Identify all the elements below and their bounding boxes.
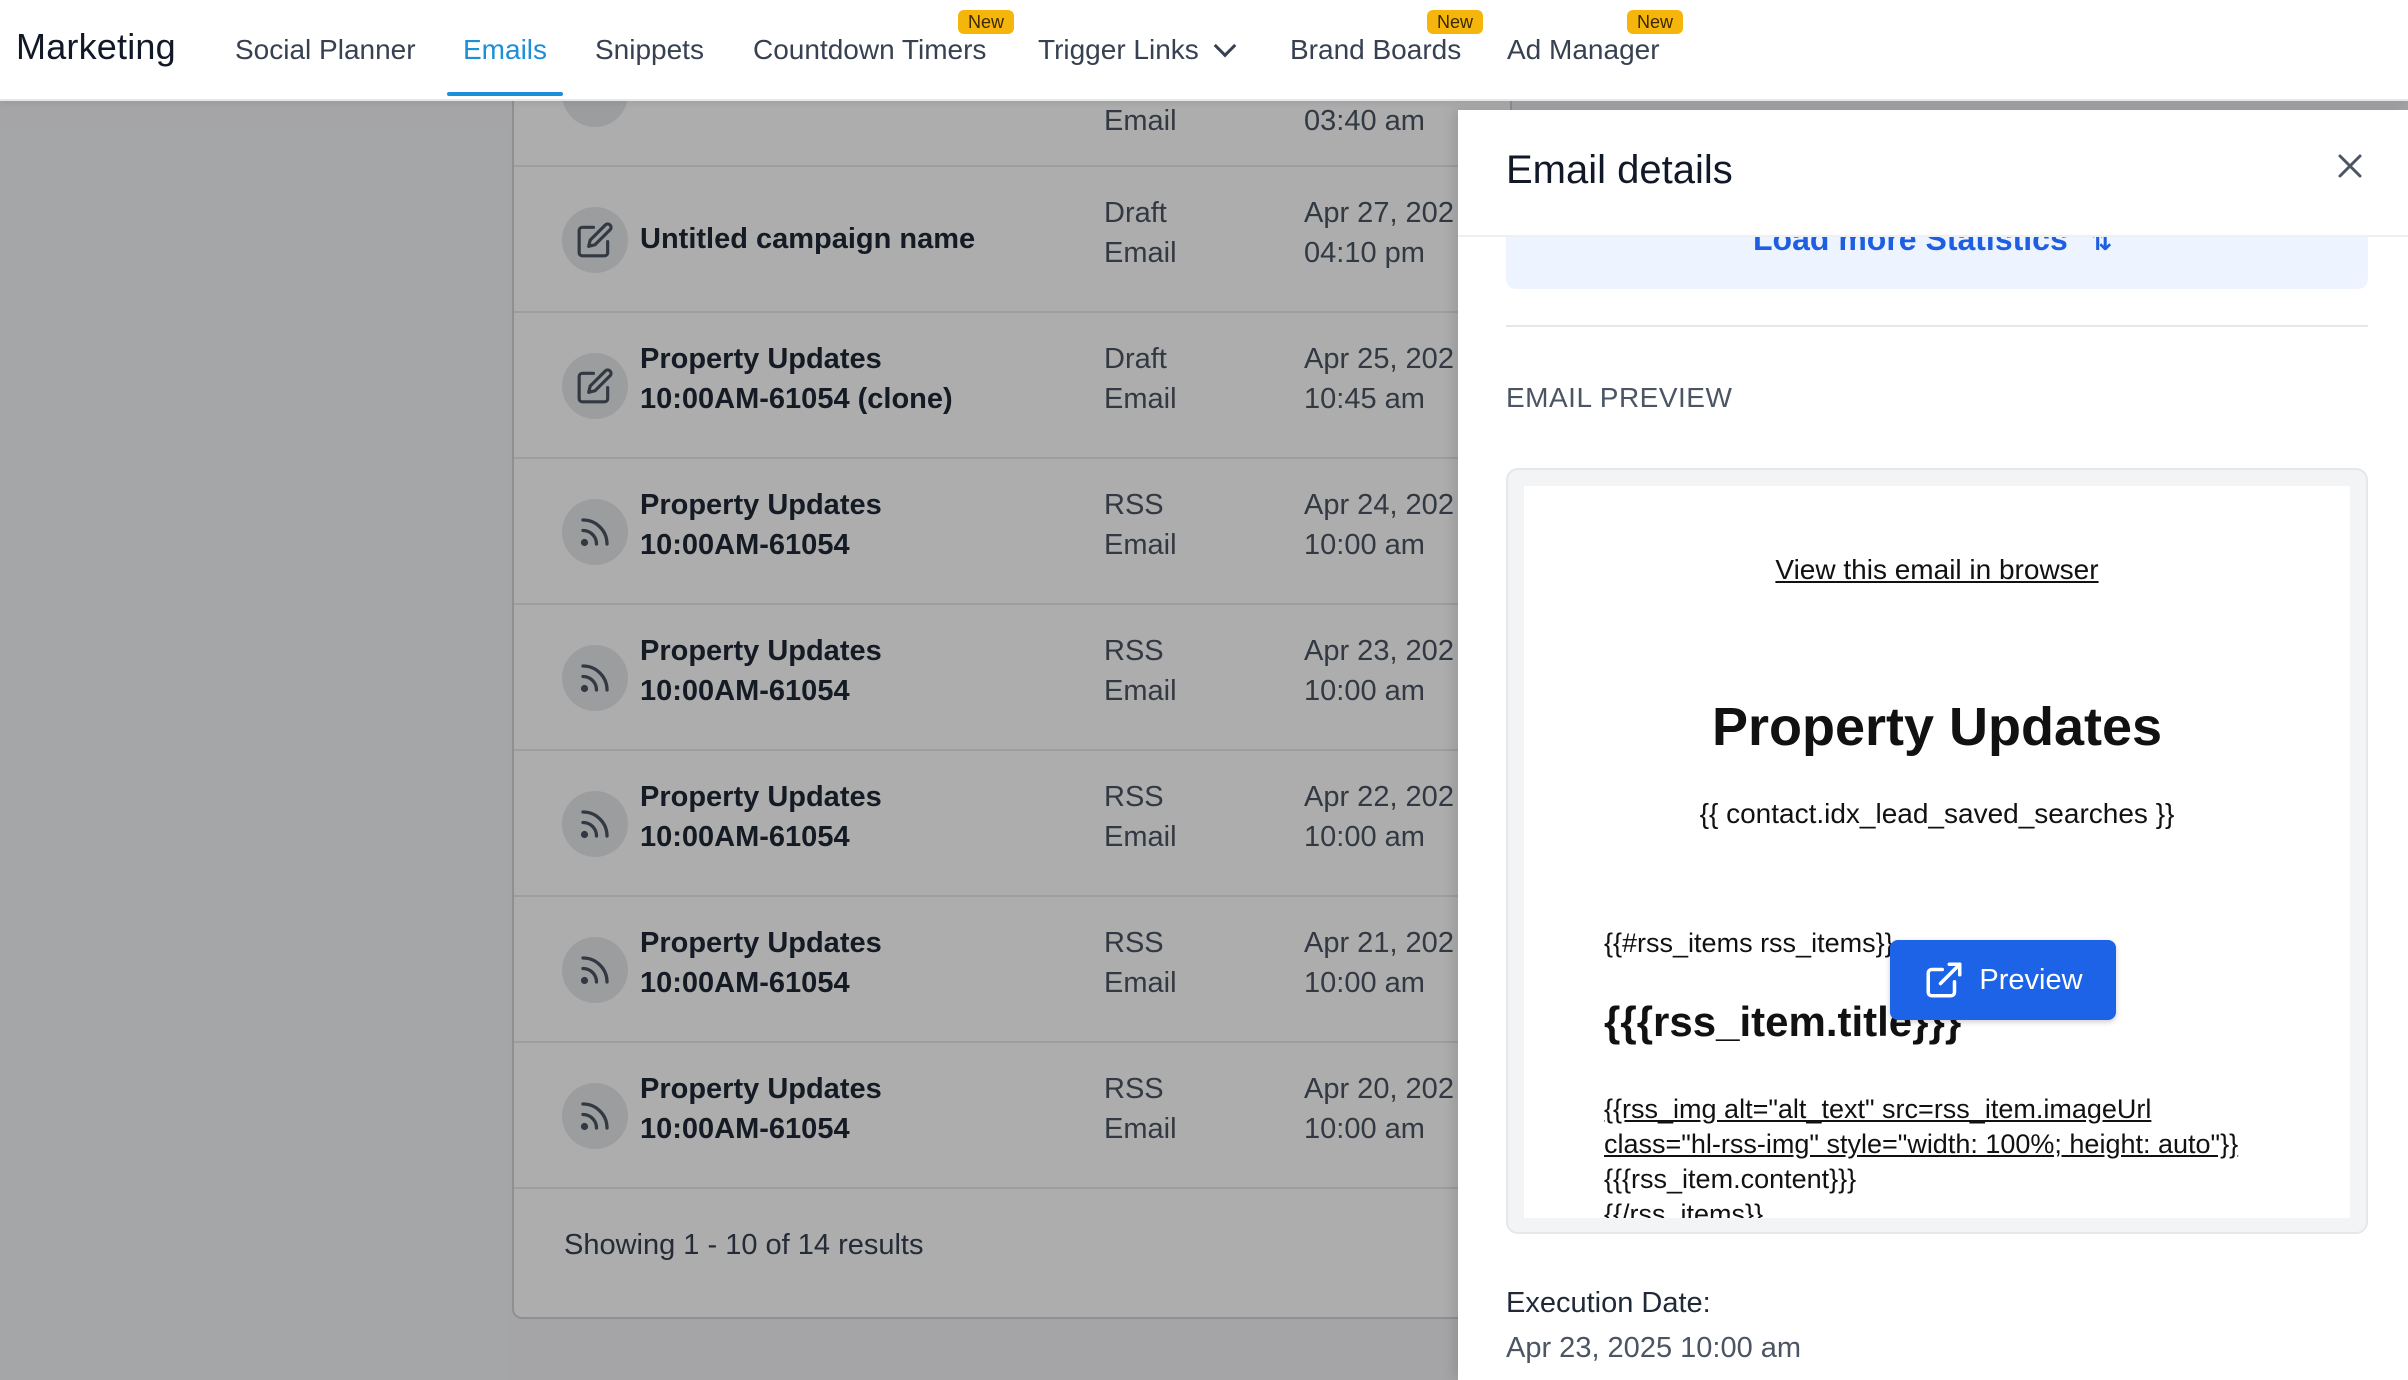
chevron-down-icon [1213, 34, 1237, 58]
active-tab-indicator [447, 92, 563, 96]
nav-trigger-links-label: Trigger Links [1038, 34, 1199, 65]
preview-button-label: Preview [1979, 963, 2083, 996]
nav-ad-manager[interactable]: Ad Manager [1507, 34, 1660, 66]
load-more-text: Load more Statistics [1753, 235, 2068, 257]
preview-saved-searches: {{ contact.idx_lead_saved_searches }} [1699, 798, 2175, 829]
execution-date-value: Apr 23, 2025 10:00 am [1506, 1332, 1802, 1364]
nav-trigger-links[interactable]: Trigger Links [1038, 34, 1237, 66]
external-link-icon [1926, 962, 1962, 998]
close-icon [2338, 154, 2362, 178]
email-details-drawer: Email details Load more Statistics ⇅ EMA… [1458, 110, 2408, 1380]
load-more-statistics-label: Load more Statistics ⇅ [1753, 235, 2112, 258]
email-preview-content: View this email in browser Property Upda… [1524, 486, 2350, 1218]
new-badge: New [1627, 10, 1684, 34]
preview-img-line-1: {{rss_img alt="alt_text" src=rss_item.im… [1604, 1094, 2152, 1124]
sort-icon: ⇅ [2090, 235, 2113, 256]
nav-snippets[interactable]: Snippets [595, 34, 704, 66]
preview-img-line-2: class="hl-rss-img" style="width: 100%; h… [1604, 1129, 2239, 1159]
section-divider [1506, 325, 2368, 327]
nav-emails[interactable]: Emails [463, 34, 547, 66]
nav-social-planner[interactable]: Social Planner [235, 34, 416, 66]
preview-email-title: Property Updates [1711, 697, 2163, 757]
preview-content-line: {{{rss_item.content}}} [1604, 1164, 1857, 1194]
close-button[interactable] [2330, 146, 2370, 186]
email-preview-label: EMAIL PREVIEW [1506, 382, 1733, 413]
nav-countdown-timers[interactable]: Countdown Timers [753, 34, 986, 66]
new-badge: New [1427, 10, 1484, 34]
email-preview-frame: View this email in browser Property Upda… [1506, 468, 2368, 1234]
load-more-statistics-button[interactable]: Load more Statistics ⇅ [1506, 235, 2368, 289]
preview-rss-close: {{/rss_items}} [1604, 1199, 1764, 1218]
new-badge: New [958, 10, 1015, 34]
execution-date-label: Execution Date: [1506, 1287, 1711, 1319]
preview-rss-open: {{#rss_items rss_items}} [1604, 928, 1894, 958]
nav-brand-boards[interactable]: Brand Boards [1290, 34, 1461, 66]
drawer-title: Email details [1506, 148, 1733, 192]
drawer-header-divider [1458, 235, 2408, 237]
app-title: Marketing [16, 26, 176, 67]
view-in-browser-link[interactable]: View this email in browser [1524, 554, 2350, 586]
preview-button[interactable]: Preview [1890, 940, 2116, 1020]
top-navigation: Marketing Social Planner Emails Snippets… [0, 0, 2408, 101]
